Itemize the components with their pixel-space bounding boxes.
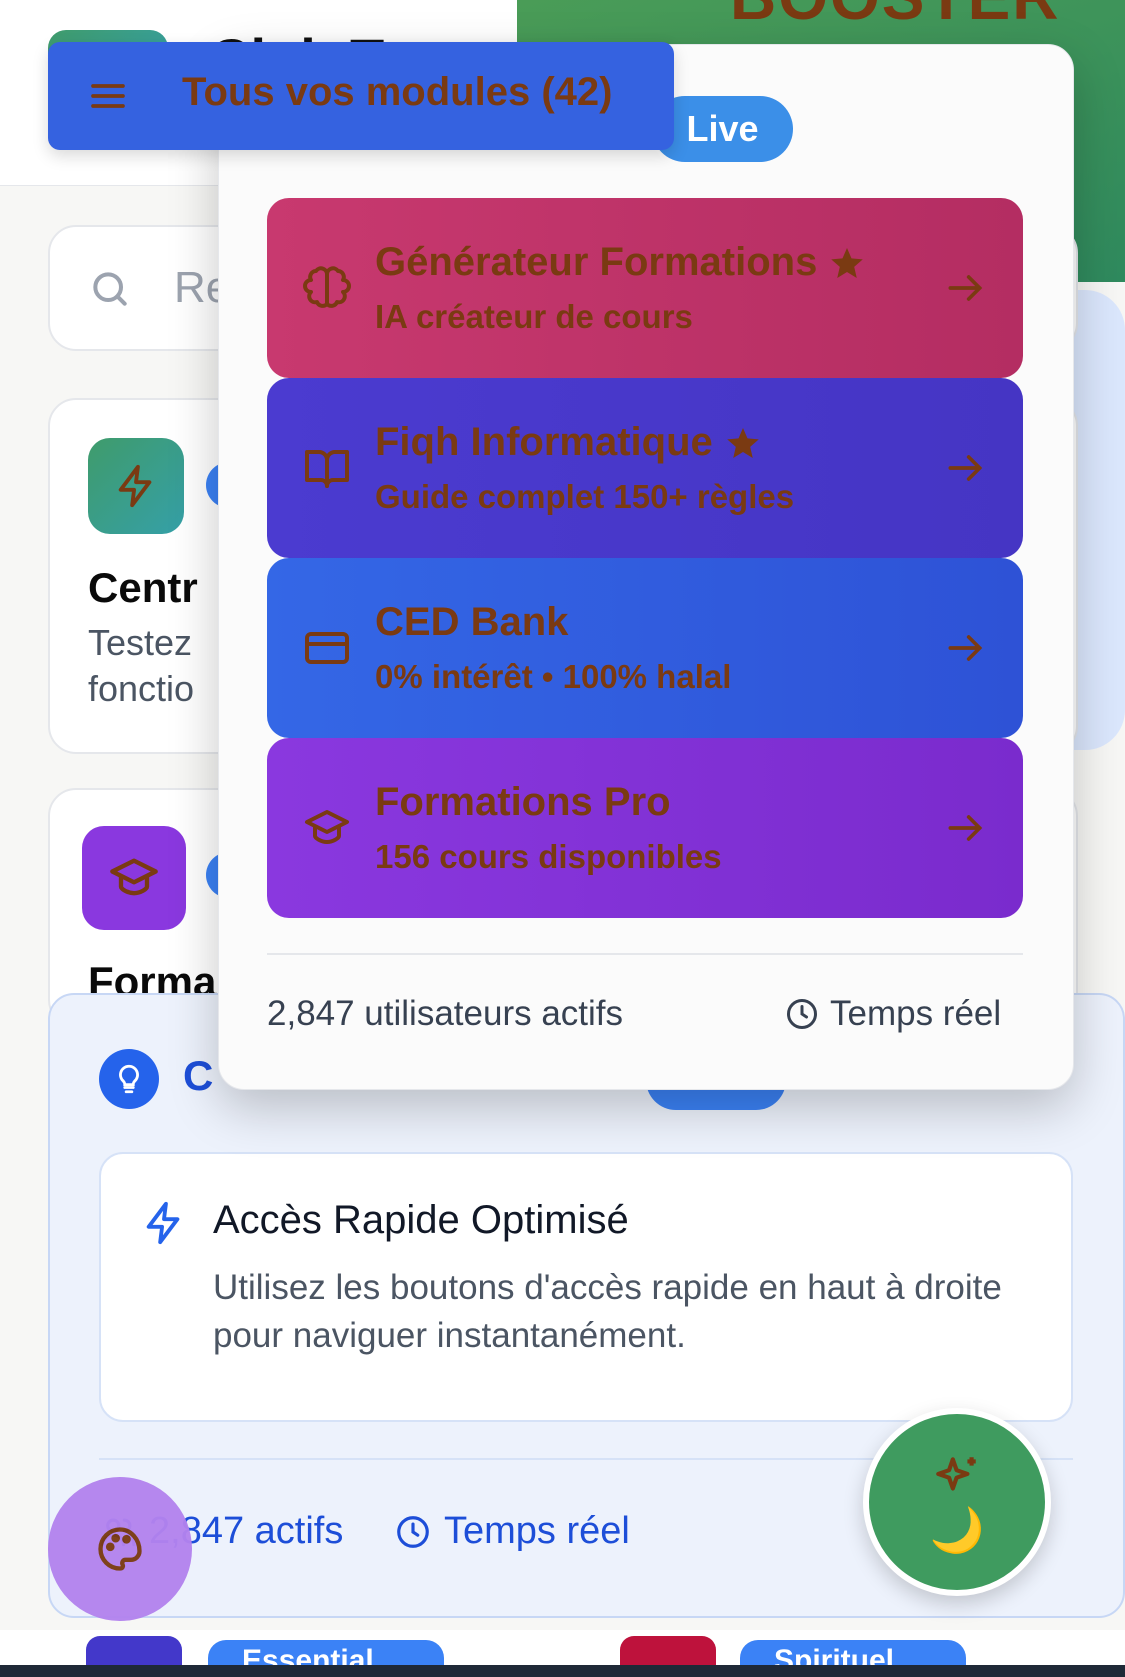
search-icon xyxy=(88,267,132,311)
tip-heading: C xyxy=(183,1052,214,1099)
module-subtitle: Guide complet 150+ règles xyxy=(375,478,795,515)
home-indicator-bar xyxy=(0,1665,1125,1677)
theme-palette-button[interactable] xyxy=(48,1477,192,1621)
tip-card: Accès Rapide Optimisé Utilisez les bouto… xyxy=(99,1152,1073,1422)
module-item-fiqh-informatique[interactable]: Fiqh Informatique Guide complet 150+ règ… xyxy=(267,378,1023,558)
module-title: Formations Pro xyxy=(375,780,671,825)
active-users-count: 2,847 utilisateurs actifs xyxy=(267,994,624,1033)
module-title-text: Formations Pro xyxy=(375,780,671,824)
star-icon xyxy=(831,247,864,278)
arrow-right-icon xyxy=(943,806,987,850)
clock-icon xyxy=(787,999,817,1029)
module-item-generateur-formations[interactable]: Générateur Formations IA créateur de cou… xyxy=(267,198,1023,378)
sparkles-icon xyxy=(936,1457,976,1491)
magic-assistant-button[interactable]: 🌙 xyxy=(863,1408,1051,1596)
clock-icon xyxy=(397,1515,429,1548)
bolt-icon xyxy=(141,1200,187,1246)
menu-icon xyxy=(88,76,128,116)
star-icon xyxy=(727,427,759,458)
module-title-text: Générateur Formations xyxy=(375,240,818,284)
tip-card-title: Accès Rapide Optimisé xyxy=(213,1198,629,1242)
all-modules-label: Tous vos modules (42) xyxy=(182,70,613,114)
module-title: CED Bank xyxy=(375,600,568,645)
book-icon xyxy=(303,444,351,492)
module-item-ced-bank[interactable]: CED Bank 0% intérêt • 100% halal xyxy=(267,558,1023,738)
module-item-formations-pro[interactable]: Formations Pro 156 cours disponibles xyxy=(267,738,1023,918)
realtime-stat: Temps réel xyxy=(394,1510,630,1553)
module-subtitle: 156 cours disponibles xyxy=(375,838,722,875)
moon-icon: 🌙 xyxy=(929,1506,985,1555)
module-title-text: Fiqh Informatique xyxy=(375,420,713,464)
banner-text: BOOSTER xyxy=(730,0,1060,34)
arrow-right-icon xyxy=(943,626,987,670)
graduation-cap-icon xyxy=(303,804,351,852)
card-icon xyxy=(82,826,186,930)
realtime-label: Temps réel xyxy=(830,994,1002,1033)
module-title-text: CED Bank xyxy=(375,600,569,644)
graduation-cap-icon xyxy=(110,858,158,896)
card-icon xyxy=(88,438,184,534)
module-title: Générateur Formations xyxy=(375,240,865,285)
realtime-indicator: Temps réel xyxy=(784,994,1001,1034)
tip-card-body: Utilisez les boutons d'accès rapide en h… xyxy=(213,1268,1002,1355)
module-subtitle: IA créateur de cours xyxy=(375,298,693,335)
module-subtitle: 0% intérêt • 100% halal xyxy=(375,658,732,695)
card-title: Centr xyxy=(88,564,198,611)
bolt-icon xyxy=(118,464,152,508)
arrow-right-icon xyxy=(943,446,987,490)
lightbulb-icon xyxy=(99,1049,159,1109)
credit-card-icon xyxy=(303,624,351,672)
palette-icon xyxy=(98,1527,142,1571)
brain-icon xyxy=(303,264,351,312)
divider xyxy=(267,953,1023,955)
realtime-label: Temps réel xyxy=(444,1510,630,1552)
arrow-right-icon xyxy=(943,266,987,310)
module-title: Fiqh Informatique xyxy=(375,420,761,465)
all-modules-button[interactable]: Tous vos modules (42) xyxy=(48,42,674,150)
